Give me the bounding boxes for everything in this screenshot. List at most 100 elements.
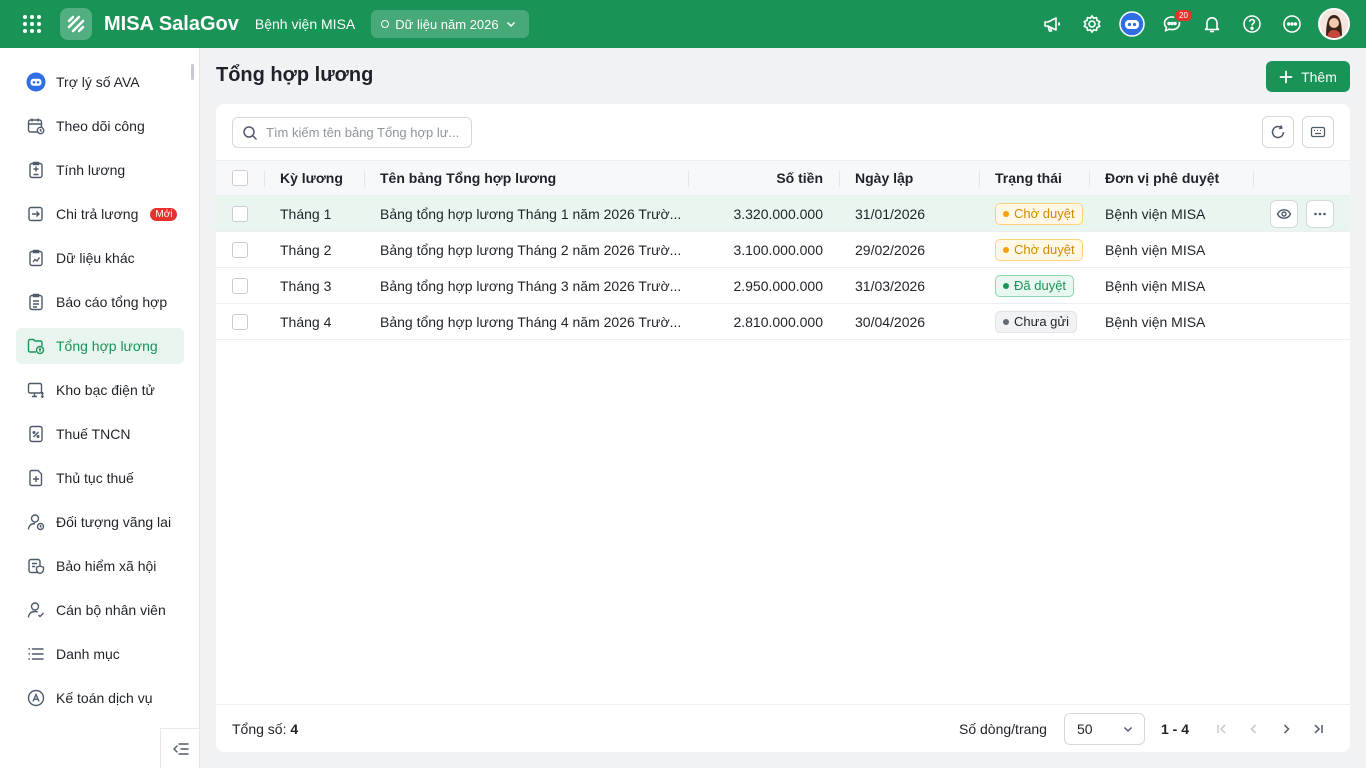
sidebar-item-pit[interactable]: Thuế TNCN: [16, 416, 184, 452]
gear-icon[interactable]: [1072, 0, 1112, 48]
monitor-money-icon: [26, 380, 46, 400]
cell-status: Chưa gửi: [995, 304, 1077, 339]
chevron-left-icon: [1250, 724, 1257, 734]
total-count: Tổng số: 4: [232, 705, 298, 753]
table-row[interactable]: Tháng 4 Bảng tổng hợp lương Tháng 4 năm …: [216, 304, 1350, 340]
more-apps-icon[interactable]: [1272, 0, 1312, 48]
sidebar-item-label: Cán bộ nhân viên: [56, 602, 166, 618]
ava-assistant-icon[interactable]: [1112, 0, 1152, 48]
table-row[interactable]: Tháng 3 Bảng tổng hợp lương Tháng 3 năm …: [216, 268, 1350, 304]
message-count-badge: 20: [1174, 9, 1193, 22]
refresh-button[interactable]: [1262, 116, 1294, 148]
prev-page-button[interactable]: [1242, 717, 1266, 741]
search-placeholder: Tìm kiếm tên bảng Tổng hợp lư...: [266, 125, 460, 140]
sidebar-item-label: Theo dõi công: [56, 118, 145, 134]
cell-approver: Bệnh viện MISA: [1105, 313, 1206, 330]
view-button[interactable]: [1270, 200, 1298, 228]
search-input[interactable]: Tìm kiếm tên bảng Tổng hợp lư...: [232, 117, 472, 148]
table-row[interactable]: Tháng 1 Bảng tổng hợp lương Tháng 1 năm …: [216, 196, 1350, 232]
sidebar-item-summary-report[interactable]: Báo cáo tổng hợp: [16, 284, 184, 320]
select-all-checkbox[interactable]: [232, 170, 248, 186]
column-header-status[interactable]: Trạng thái: [995, 161, 1062, 195]
chevron-down-icon: [506, 21, 515, 28]
page-title: Tổng hợp lương: [216, 64, 374, 86]
help-icon[interactable]: [1232, 0, 1272, 48]
keyboard-shortcuts-button[interactable]: [1302, 116, 1334, 148]
table-row[interactable]: Tháng 2 Bảng tổng hợp lương Tháng 2 năm …: [216, 232, 1350, 268]
sidebar-item-catalog[interactable]: Danh mục: [16, 636, 184, 672]
sidebar-item-tax-procedure[interactable]: Thủ tục thuế: [16, 460, 184, 496]
chevron-down-icon: [1123, 726, 1133, 733]
top-bar: MISA SalaGov Bệnh viện MISA Dữ liệu năm …: [0, 0, 1366, 48]
page-size-value: 50: [1077, 721, 1093, 737]
cell-date: 31/01/2026: [855, 205, 926, 222]
app-grid-icon[interactable]: [0, 0, 64, 48]
sidebar-scrollbar[interactable]: [191, 64, 194, 80]
cell-amount: 3.100.000.000: [733, 241, 823, 258]
column-header-amount[interactable]: Số tiền: [704, 161, 823, 195]
row-checkbox[interactable]: [232, 314, 248, 330]
row-checkbox[interactable]: [232, 278, 248, 294]
sidebar-item-nonresident[interactable]: Đối tượng vãng lai: [16, 504, 184, 540]
cell-approver: Bệnh viện MISA: [1105, 205, 1206, 222]
more-actions-button[interactable]: [1306, 200, 1334, 228]
add-button[interactable]: Thêm: [1266, 61, 1350, 92]
page-size-label: Số dòng/trang: [959, 721, 1047, 737]
sidebar-item-label: Báo cáo tổng hợp: [56, 294, 168, 310]
first-page-icon: [1217, 724, 1226, 734]
year-selector[interactable]: Dữ liệu năm 2026: [371, 10, 529, 38]
sidebar-item-payout[interactable]: Chi trả lương Mới: [16, 196, 184, 232]
sidebar-item-ava[interactable]: Trợ lý số AVA: [16, 64, 184, 100]
sidebar-item-accounting-service[interactable]: Kế toán dịch vụ: [16, 680, 184, 716]
cell-date: 29/02/2026: [855, 241, 926, 258]
last-page-button[interactable]: [1306, 717, 1330, 741]
sidebar-item-label: Kho bạc điện tử: [56, 382, 155, 398]
page-size-select[interactable]: 50: [1064, 713, 1145, 745]
column-header-approver[interactable]: Đơn vị phê duyệt: [1105, 161, 1219, 195]
column-header-name[interactable]: Tên bảng Tổng hợp lương: [380, 161, 556, 195]
insurance-icon: [26, 556, 46, 576]
cell-name: Bảng tổng hợp lương Tháng 4 năm 2026 Trư…: [380, 313, 682, 330]
column-header-period[interactable]: Kỳ lương: [280, 161, 343, 195]
chat-icon[interactable]: 20: [1152, 0, 1193, 48]
row-checkbox[interactable]: [232, 242, 248, 258]
sidebar-item-label: Thủ tục thuế: [56, 470, 134, 486]
list-icon: [26, 644, 46, 664]
cell-status: Chờ duyệt: [995, 232, 1083, 267]
collapse-sidebar-button[interactable]: [160, 728, 200, 768]
year-label: Dữ liệu năm 2026: [395, 16, 499, 32]
sidebar-item-e-treasury[interactable]: Kho bạc điện tử: [16, 372, 184, 408]
new-badge: Mới: [150, 207, 178, 221]
column-header-date[interactable]: Ngày lập: [855, 161, 913, 195]
folder-salary-icon: [26, 336, 46, 356]
sidebar-item-social-insurance[interactable]: Bảo hiểm xã hội: [16, 548, 184, 584]
sidebar-item-salary-summary[interactable]: Tổng hợp lương: [16, 328, 184, 364]
first-page-button[interactable]: [1210, 717, 1234, 741]
sidebar-item-label: Kế toán dịch vụ: [56, 690, 153, 706]
calculator-doc-icon: [26, 160, 46, 180]
tax-doc-icon: [26, 424, 46, 444]
total-value: 4: [290, 721, 299, 737]
sidebar-item-attendance[interactable]: Theo dõi công: [16, 108, 184, 144]
sidebar-item-other-data[interactable]: Dữ liệu khác: [16, 240, 184, 276]
cell-name: Bảng tổng hợp lương Tháng 3 năm 2026 Trư…: [380, 277, 682, 294]
status-badge: Chờ duyệt: [995, 202, 1083, 225]
sidebar-item-label: Thuế TNCN: [56, 426, 131, 442]
next-page-button[interactable]: [1274, 717, 1298, 741]
sidebar-item-label: Đối tượng vãng lai: [56, 514, 172, 530]
megaphone-icon[interactable]: [1032, 0, 1072, 48]
sidebar-item-staff[interactable]: Cán bộ nhân viên: [16, 592, 184, 628]
misa-logo-icon: [60, 8, 92, 40]
user-check-icon: [26, 600, 46, 620]
user-avatar[interactable]: [1318, 8, 1350, 40]
row-checkbox[interactable]: [232, 206, 248, 222]
eye-icon: [1276, 209, 1292, 219]
sidebar-item-payroll[interactable]: Tính lương: [16, 152, 184, 188]
cell-name: Bảng tổng hợp lương Tháng 2 năm 2026 Trư…: [380, 241, 682, 258]
doc-plus-icon: [26, 468, 46, 488]
clipboard-data-icon: [26, 248, 46, 268]
status-badge: Chưa gửi: [995, 310, 1077, 333]
bell-icon[interactable]: [1192, 0, 1232, 48]
cell-status: Đã duyệt: [995, 268, 1075, 303]
add-button-label: Thêm: [1301, 68, 1337, 85]
